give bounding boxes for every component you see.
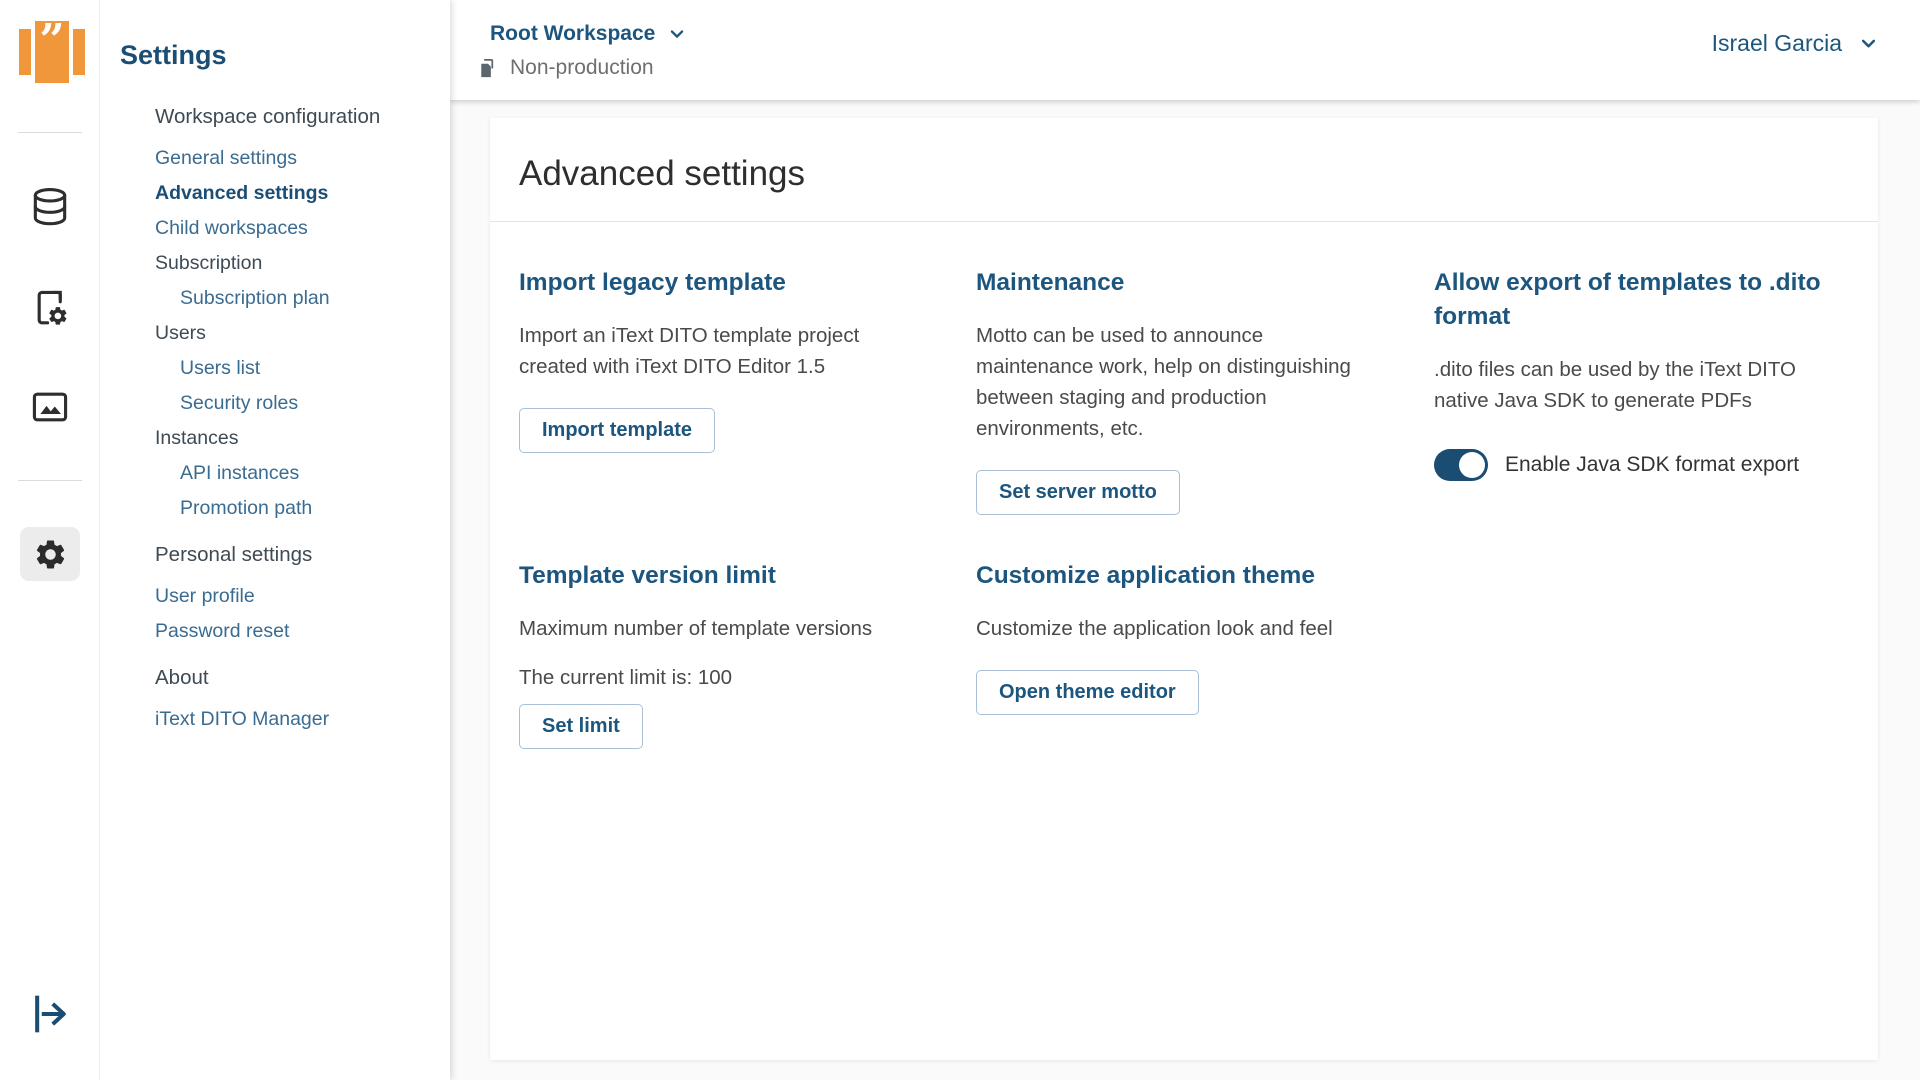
card-header: Advanced settings [490, 118, 1878, 222]
chevron-down-icon [1861, 39, 1876, 48]
section-description: Customize the application look and feel [976, 617, 1333, 641]
sidebar-item-promotion-path[interactable]: Promotion path [100, 491, 450, 526]
chevron-down-icon [671, 30, 684, 38]
icon-rail: ” [0, 0, 100, 1080]
section-description: Motto can be used to announce maintenanc… [976, 323, 1351, 441]
java-sdk-export-toggle-row: Enable Java SDK format export [1434, 448, 1849, 481]
pages-icon [481, 58, 494, 77]
svg-text:”: ” [39, 21, 64, 66]
sidebar-item-subscription-plan[interactable]: Subscription plan [100, 281, 450, 316]
open-theme-editor-button[interactable]: Open theme editor [976, 670, 1199, 716]
section-template-version-limit: Template version limit Maximum number of… [519, 559, 976, 749]
images-icon[interactable] [27, 384, 73, 430]
rail-divider [18, 480, 82, 481]
sidebar-item-personal-settings: Personal settings [155, 543, 313, 566]
toggle-knob [1459, 451, 1485, 478]
section-description: .dito files can be used by the iText DIT… [1434, 357, 1796, 412]
set-limit-button[interactable]: Set limit [519, 703, 643, 749]
section-customize-theme: Customize application theme Customize th… [976, 559, 1434, 748]
sidebar-item-instances: Instances [155, 427, 239, 449]
current-limit-text: The current limit is: 100 [519, 666, 733, 690]
section-title: Maintenance [976, 269, 1125, 296]
sidebar-item-advanced-settings[interactable]: Advanced settings [100, 176, 450, 211]
advanced-settings-card: Advanced settings Import legacy template… [490, 118, 1878, 1060]
section-title: Customize application theme [976, 562, 1315, 590]
sidebar-item-general-settings[interactable]: General settings [100, 141, 450, 176]
user-menu[interactable]: Israel Garcia [1712, 30, 1878, 57]
workspace-selector[interactable]: Root Workspace [490, 22, 686, 46]
environment-indicator: Non-production [476, 56, 654, 80]
java-sdk-export-toggle[interactable] [1434, 448, 1488, 481]
section-title: Allow export of templates to .dito forma… [1434, 269, 1821, 330]
topbar: Root Workspace Non-production Israel Gar… [450, 0, 1920, 100]
rail-divider [18, 132, 82, 133]
user-menu-label: Israel Garcia [1711, 30, 1842, 56]
environment-label: Non-production [510, 56, 654, 79]
sidebar-item-about: About [155, 666, 209, 689]
section-maintenance: Maintenance Motto can be used to announc… [976, 266, 1434, 516]
toggle-label: Enable Java SDK format export [1505, 452, 1800, 476]
sidebar-item-child-workspaces[interactable]: Child workspaces [100, 211, 450, 246]
itext-dito-logo[interactable]: ” [19, 15, 85, 83]
sidebar-item-password-reset[interactable]: Password reset [100, 614, 450, 649]
sidebar-title: Settings [120, 40, 227, 70]
set-server-motto-button[interactable]: Set server motto [976, 470, 1180, 516]
section-title: Template version limit [519, 562, 776, 590]
sidebar-item-user-profile[interactable]: User profile [100, 579, 450, 614]
itext-dito-logo-icon: ” [19, 15, 85, 83]
section-dito-export: Allow export of templates to .dito forma… [1434, 266, 1849, 515]
section-import-legacy-template: Import legacy template Import an iText D… [519, 266, 976, 515]
sidebar-item-security-roles[interactable]: Security roles [100, 386, 450, 421]
workspace-selector-label: Root Workspace [490, 22, 656, 45]
settings-sections: Import legacy template Import an iText D… [490, 222, 1878, 793]
sidebar-item-workspace-configuration: Workspace configuration [155, 105, 381, 128]
section-description: Maximum number of template versions [519, 617, 873, 641]
settings-nav: Workspace configuration General settings… [100, 99, 450, 737]
settings-gear-icon[interactable] [20, 527, 80, 581]
logout-icon[interactable] [27, 991, 73, 1037]
import-template-button[interactable]: Import template [519, 408, 716, 454]
section-title: Import legacy template [519, 269, 786, 296]
page-title: Advanced settings [519, 154, 806, 193]
sidebar-item-users-list[interactable]: Users list [100, 351, 450, 386]
sidebar-item-subscription: Subscription [155, 252, 263, 274]
database-icon[interactable] [27, 184, 73, 230]
section-description: Import an iText DITO template project cr… [519, 323, 860, 378]
sidebar-item-users: Users [155, 322, 206, 344]
template-settings-icon[interactable] [27, 285, 73, 331]
sidebar-item-api-instances[interactable]: API instances [100, 456, 450, 491]
sidebar-item-itext-dito-manager[interactable]: iText DITO Manager [100, 702, 450, 737]
settings-sidebar: Settings Workspace configuration General… [100, 0, 450, 1080]
